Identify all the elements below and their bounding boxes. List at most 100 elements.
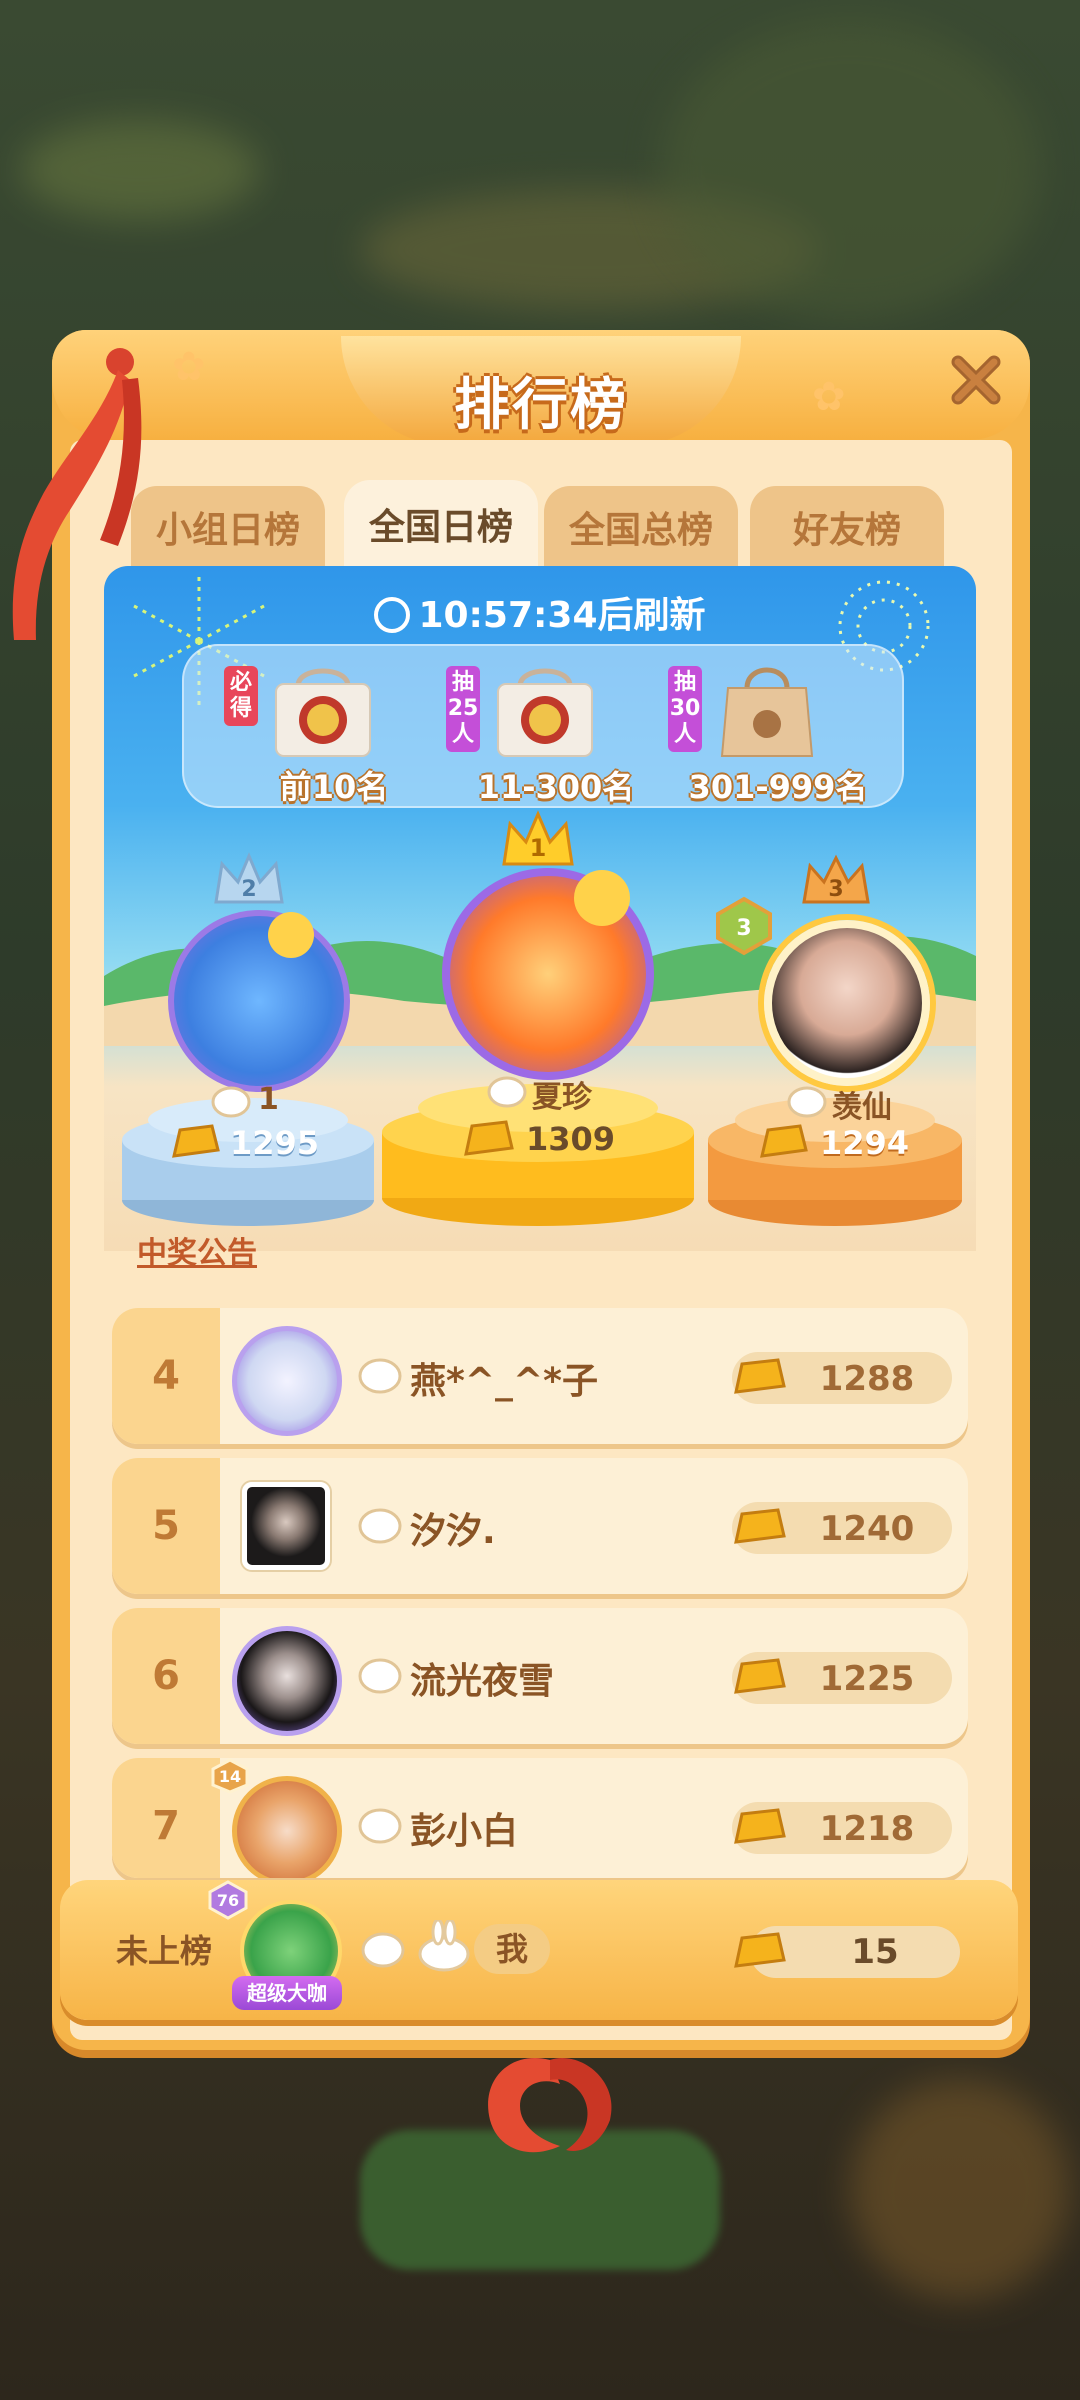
gold-bar-icon — [734, 1808, 786, 1844]
silver-crown-icon: 2 — [214, 852, 284, 904]
avatar — [168, 910, 350, 1092]
tab-bar: 小组日榜 全国日榜 全国总榜 好友榜 — [58, 480, 958, 568]
podium-score: 1309 — [526, 1120, 616, 1158]
prize-tag: 必得 — [224, 666, 258, 726]
rank-number: 7 — [152, 1803, 180, 1849]
gold-bar-icon — [760, 1124, 808, 1158]
my-rank-row[interactable]: 未上榜 76 超级大咖 我 15 — [60, 1880, 1018, 2020]
podium-name: 1 — [258, 1082, 279, 1117]
user-name: 燕*^_^*子 — [410, 1361, 598, 1402]
prize-top10[interactable]: 必得 前10名 — [224, 656, 444, 806]
close-icon[interactable] — [944, 348, 1008, 412]
badge-icon — [358, 1808, 402, 1844]
page-title: 排行榜 — [454, 373, 628, 438]
user-score: 1225 — [819, 1659, 915, 1699]
gold-crown-icon: 1 — [502, 810, 574, 866]
rank-number: 4 — [152, 1353, 180, 1399]
badge-icon — [361, 1932, 405, 1968]
podium-rank-number: 1 — [530, 834, 547, 862]
prize-tag: 抽30人 — [668, 666, 702, 752]
prize-11-300[interactable]: 抽25人 11-300名 — [446, 656, 666, 806]
prize-box: 必得 前10名 抽25人 11-300名 抽30人 301-999名 — [182, 644, 904, 808]
avatar — [764, 920, 930, 1086]
gold-bar-icon — [734, 1358, 786, 1394]
prize-301-999[interactable]: 抽30人 301-999名 — [668, 656, 888, 806]
flower-decoration-icon: ✿ — [812, 374, 846, 420]
gift-bag-icon — [275, 668, 371, 757]
user-name: 汐汐. — [410, 1511, 496, 1552]
bronze-crown-icon: 3 — [802, 854, 870, 904]
refresh-timer: 10:57:34后刷新 — [104, 586, 976, 638]
table-row[interactable]: 6 流光夜雪 1225 — [112, 1608, 968, 1744]
tab-group-daily[interactable]: 小组日榜 — [131, 486, 325, 568]
tab-label: 好友榜 — [792, 510, 901, 551]
tab-label: 小组日榜 — [155, 510, 300, 551]
tab-label: 全国总榜 — [568, 510, 713, 551]
tab-national-total[interactable]: 全国总榜 — [544, 486, 738, 568]
refresh-time: 10:57:34 — [418, 595, 598, 636]
prize-tag: 抽25人 — [446, 666, 480, 752]
table-row[interactable]: 4 燕*^_^*子 1288 — [112, 1308, 968, 1444]
status-dot — [574, 870, 630, 926]
tab-label: 全国日榜 — [368, 507, 513, 548]
avatar — [232, 1776, 342, 1878]
level-number: 3 — [736, 916, 751, 941]
user-score: 1288 — [819, 1359, 915, 1399]
tab-national-daily[interactable]: 全国日榜 — [344, 480, 538, 568]
user-name: 彭小白 — [410, 1811, 519, 1852]
title-badge: 超级大咖 — [232, 1976, 342, 2010]
podium-name: 夏珍 — [532, 1080, 592, 1115]
podium-rank-number: 3 — [828, 877, 843, 902]
badge-icon — [211, 1086, 251, 1118]
prize-range: 301-999名 — [688, 768, 868, 806]
panel-header: ✿ ✿ ✿ ✿ 排行榜 — [52, 330, 1030, 446]
rank-number: 5 — [152, 1503, 180, 1549]
gold-bar-icon — [464, 1120, 514, 1156]
gift-bag-icon — [497, 668, 593, 757]
podium-rank-2[interactable]: 2 1 1295 — [118, 850, 378, 1230]
tab-friends[interactable]: 好友榜 — [750, 486, 944, 568]
podium-rank-3[interactable]: 3 3 羡仙 1294 — [704, 850, 966, 1230]
badge-icon — [787, 1086, 827, 1118]
gold-bar-icon — [734, 1508, 786, 1544]
avatar — [232, 1626, 342, 1736]
status-dot — [268, 912, 314, 958]
clock-icon — [374, 597, 411, 633]
table-row[interactable]: 7 14 彭小白 1218 — [112, 1758, 968, 1878]
flower-decoration-icon: ✿ — [172, 344, 206, 390]
gold-bar-icon — [734, 1932, 786, 1968]
badge-icon — [487, 1076, 527, 1108]
my-name: 我 — [474, 1924, 550, 1974]
avatar — [242, 1482, 330, 1570]
title-badge: 排行榜 — [341, 336, 741, 446]
tote-bag-icon — [720, 667, 814, 757]
podium-rank-1[interactable]: 1 夏珍 1309 — [378, 810, 698, 1230]
podium-score: 1294 — [820, 1124, 910, 1162]
refresh-suffix: 后刷新 — [597, 595, 706, 636]
user-name: 流光夜雪 — [410, 1661, 555, 1702]
rank-number: 6 — [152, 1653, 180, 1699]
my-rank-status: 未上榜 — [116, 1932, 213, 1970]
badge-icon — [358, 1358, 402, 1394]
level-number: 76 — [217, 1891, 239, 1910]
prize-range: 11-300名 — [477, 768, 635, 806]
badge-icon — [358, 1658, 402, 1694]
podium-rank-number: 2 — [241, 877, 256, 902]
my-score: 15 — [851, 1932, 899, 1972]
level-number: 14 — [219, 1767, 241, 1786]
level-badge-icon: 3 — [716, 896, 772, 956]
user-score: 1240 — [819, 1509, 915, 1549]
winner-announcement-link[interactable]: 中奖公告 — [137, 1228, 257, 1272]
rabbit-icon — [418, 1920, 470, 1972]
gold-bar-icon — [172, 1124, 220, 1158]
prize-range: 前10名 — [279, 768, 389, 806]
level-badge-icon: 76 — [208, 1880, 248, 1920]
badge-icon — [358, 1508, 402, 1544]
user-score: 1218 — [819, 1809, 915, 1849]
table-row[interactable]: 5 汐汐. 1240 — [112, 1458, 968, 1594]
ribbon-decoration — [488, 2058, 612, 2153]
podium-score: 1295 — [230, 1124, 320, 1162]
gold-bar-icon — [734, 1658, 786, 1694]
level-badge-icon: 14 — [211, 1758, 249, 1794]
avatar — [232, 1326, 342, 1436]
